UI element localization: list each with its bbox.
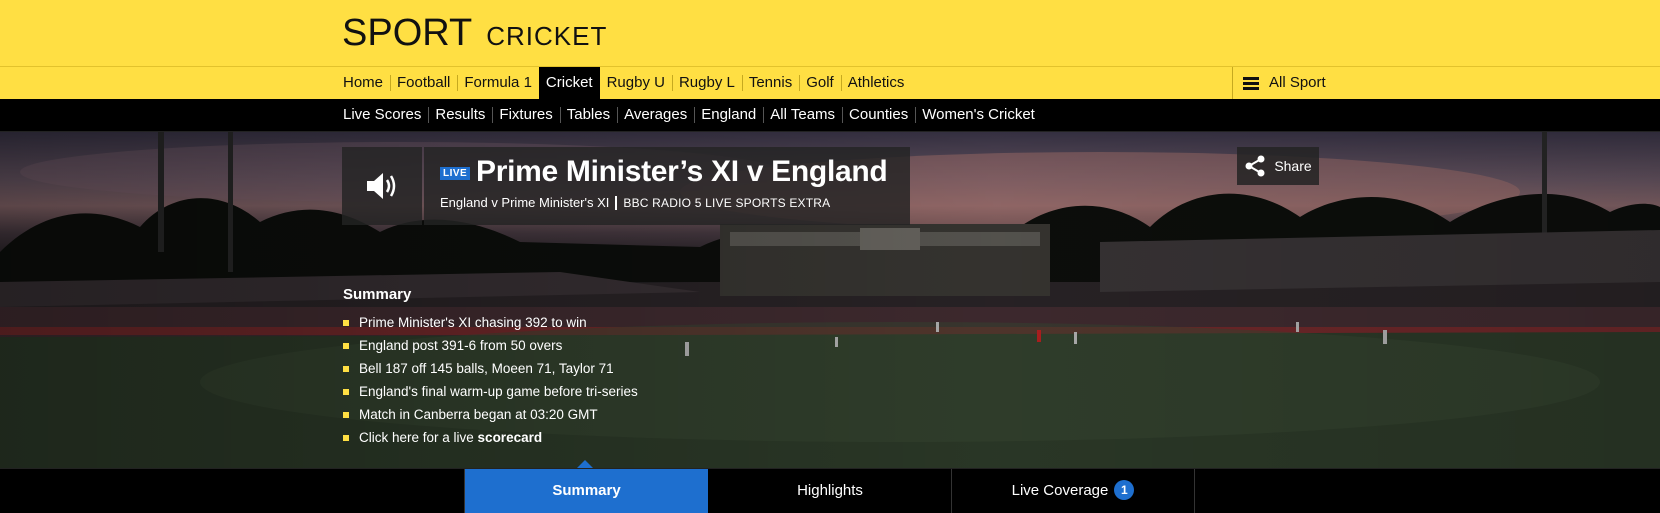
primary-nav-tennis[interactable]: Tennis (741, 67, 799, 99)
primary-nav-cricket[interactable]: Cricket (538, 67, 600, 99)
summary-item-text: Match in Canberra began at 03:20 GMT (359, 407, 598, 422)
tab-bar: Summary Highlights Live Coverage 1 (0, 468, 1660, 513)
live-badge: LIVE (440, 167, 471, 180)
share-icon (1245, 155, 1265, 177)
subtitle-divider (615, 195, 618, 210)
share-button[interactable]: Share (1237, 147, 1319, 185)
summary-item-text: Bell 187 off 145 balls, Moeen 71, Taylor… (359, 361, 614, 376)
secondary-nav-england[interactable]: England (694, 99, 763, 131)
active-tab-pointer (577, 460, 593, 468)
tab-summary[interactable]: Summary (465, 469, 708, 513)
secondary-nav-womens-cricket[interactable]: Women's Cricket (915, 99, 1042, 131)
secondary-nav-counties[interactable]: Counties (842, 99, 915, 131)
bullet-icon (343, 412, 349, 418)
summary-item: Prime Minister's XI chasing 392 to win (343, 314, 638, 337)
match-subtitle: England v Prime Minister's XI (440, 195, 610, 210)
brand-section-text: CRICKET (486, 21, 608, 51)
brand-sport-text: SPORT (342, 12, 473, 54)
speaker-icon (367, 173, 396, 199)
secondary-nav-averages[interactable]: Averages (617, 99, 694, 131)
all-sport-button[interactable]: All Sport (1232, 67, 1326, 99)
primary-nav-home[interactable]: Home (336, 67, 390, 99)
audio-play-button[interactable] (342, 147, 422, 225)
summary-list: Prime Minister's XI chasing 392 to win E… (343, 314, 638, 452)
secondary-nav-fixtures[interactable]: Fixtures (492, 99, 559, 131)
secondary-nav: Live Scores Results Fixtures Tables Aver… (0, 99, 1660, 132)
primary-nav-rugby-league[interactable]: Rugby L (671, 67, 742, 99)
scorecard-link[interactable]: scorecard (478, 430, 543, 445)
tab-live-coverage[interactable]: Live Coverage 1 (952, 469, 1194, 513)
bullet-icon (343, 435, 349, 441)
secondary-nav-tables[interactable]: Tables (559, 99, 617, 131)
tab-divider (1194, 469, 1195, 513)
bullet-icon (343, 320, 349, 326)
live-coverage-count-badge: 1 (1114, 480, 1135, 501)
secondary-nav-all-teams[interactable]: All Teams (763, 99, 842, 131)
masthead: SPORT CRICKET (0, 0, 1660, 67)
primary-nav-golf[interactable]: Golf (799, 67, 841, 99)
primary-nav: Home Football Formula 1 Cricket Rugby U … (0, 67, 1660, 100)
bullet-icon (343, 366, 349, 372)
all-sport-label: All Sport (1269, 74, 1326, 91)
match-title-card: LIVE Prime Minister’s XI v England Engla… (424, 147, 910, 225)
tab-highlights-label: Highlights (797, 482, 863, 499)
primary-nav-athletics[interactable]: Athletics (840, 67, 912, 99)
summary-item: England post 391-6 from 50 overs (343, 337, 638, 360)
primary-nav-formula-1[interactable]: Formula 1 (457, 67, 539, 99)
summary-item-scorecard[interactable]: Click here for a live scorecard (343, 429, 638, 452)
summary-item-text: England's final warm-up game before tri-… (359, 384, 638, 399)
share-label: Share (1274, 158, 1312, 174)
summary-item: Bell 187 off 145 balls, Moeen 71, Taylor… (343, 360, 638, 383)
tab-summary-label: Summary (552, 482, 621, 499)
secondary-nav-live-scores[interactable]: Live Scores (336, 99, 428, 131)
summary-heading: Summary (343, 286, 412, 303)
match-subline: England v Prime Minister's XI BBC RADIO … (440, 195, 830, 210)
match-title: Prime Minister’s XI v England (476, 155, 888, 188)
tab-live-coverage-label: Live Coverage (1011, 482, 1109, 499)
bullet-icon (343, 343, 349, 349)
primary-nav-football[interactable]: Football (390, 67, 457, 99)
radio-station: BBC RADIO 5 LIVE SPORTS EXTRA (623, 195, 831, 210)
bullet-icon (343, 389, 349, 395)
tab-highlights[interactable]: Highlights (709, 469, 951, 513)
summary-item: Match in Canberra began at 03:20 GMT (343, 406, 638, 429)
scorecard-prefix: Click here for a live (359, 430, 478, 445)
hamburger-icon (1243, 77, 1259, 90)
brand-logo[interactable]: SPORT CRICKET (342, 14, 607, 52)
primary-nav-rugby-union[interactable]: Rugby U (600, 67, 672, 99)
secondary-nav-results[interactable]: Results (428, 99, 492, 131)
summary-item-text: England post 391-6 from 50 overs (359, 338, 563, 353)
summary-item-text: Prime Minister's XI chasing 392 to win (359, 315, 587, 330)
summary-item: England's final warm-up game before tri-… (343, 383, 638, 406)
